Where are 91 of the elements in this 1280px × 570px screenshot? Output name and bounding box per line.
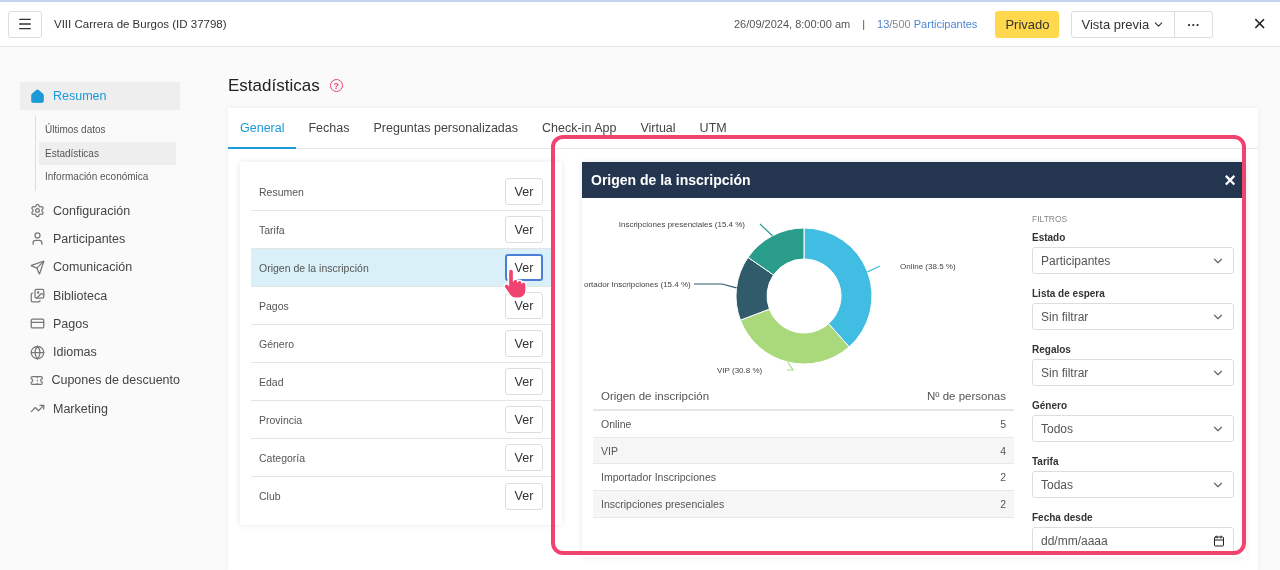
stat-label: Club bbox=[259, 490, 281, 502]
view-button[interactable]: Ver bbox=[505, 330, 543, 357]
separator: | bbox=[862, 18, 866, 30]
page-title: Estadísticas bbox=[228, 75, 320, 96]
stat-row[interactable]: Edad Ver bbox=[251, 363, 551, 401]
sidebar-item[interactable]: Cupones de descuento bbox=[20, 366, 180, 395]
gear-icon bbox=[30, 203, 45, 219]
send-icon bbox=[30, 259, 45, 275]
tab[interactable]: UTM bbox=[687, 108, 739, 149]
table-cell: 5 bbox=[1000, 417, 1006, 430]
view-button[interactable]: Ver bbox=[505, 406, 543, 433]
stat-label: Provincia bbox=[259, 413, 303, 426]
sidebar-item[interactable]: Biblioteca bbox=[20, 281, 180, 310]
leader-line bbox=[867, 265, 881, 273]
sidebar-subitem[interactable]: Últimos datos bbox=[39, 118, 176, 142]
sidebar-subitem[interactable]: Estadísticas bbox=[39, 141, 176, 165]
stat-label: Resumen bbox=[259, 185, 304, 198]
slice-label: VIP (30.8 %) bbox=[717, 366, 763, 375]
more-button[interactable]: ··· bbox=[1174, 11, 1213, 37]
stat-label: Tarifa bbox=[259, 223, 285, 236]
tab[interactable]: Fechas bbox=[296, 108, 362, 149]
user-icon bbox=[30, 231, 45, 247]
leader-line bbox=[693, 283, 738, 289]
select-field[interactable]: Sin filtrar bbox=[1032, 303, 1234, 330]
menu-button[interactable] bbox=[8, 10, 42, 38]
tab[interactable]: Virtual bbox=[628, 108, 688, 149]
stat-row[interactable]: Club Ver bbox=[251, 477, 551, 515]
tab[interactable]: Check-in App bbox=[530, 108, 629, 149]
sidebar-item[interactable]: Pagos bbox=[20, 309, 180, 338]
modal-title: Origen de la inscripción bbox=[591, 172, 751, 188]
stat-label: Categoría bbox=[259, 451, 306, 464]
stat-row[interactable]: Provincia Ver bbox=[251, 401, 551, 439]
slice-label: Online (38.5 %) bbox=[900, 262, 956, 271]
event-title: VIII Carrera de Burgos (ID 37798) bbox=[54, 18, 227, 30]
field-label: Género bbox=[1032, 400, 1068, 411]
field-label: Lista de espera bbox=[1032, 288, 1106, 299]
slice-label: ortador Inscripciones (15.4 %) bbox=[584, 280, 691, 289]
stat-label: Edad bbox=[259, 375, 284, 388]
participants-count[interactable]: 13/500 Participantes bbox=[877, 18, 978, 30]
sidebar-item[interactable]: Configuración bbox=[20, 196, 180, 225]
home-icon bbox=[30, 88, 45, 104]
table-cell: VIP bbox=[601, 444, 618, 457]
view-button[interactable]: Ver bbox=[505, 178, 543, 205]
stat-row[interactable]: Resumen Ver bbox=[251, 173, 551, 211]
card-icon bbox=[30, 316, 45, 332]
sidebar-item[interactable]: Participantes bbox=[20, 224, 180, 254]
sidebar-item[interactable]: Comunicación bbox=[20, 253, 180, 282]
table-cell: 2 bbox=[1000, 471, 1006, 484]
field-label: Regalos bbox=[1032, 344, 1072, 355]
visibility-button[interactable]: Privado bbox=[995, 10, 1060, 38]
view-button[interactable]: Ver bbox=[505, 368, 543, 395]
tab[interactable]: Preguntas personalizadas bbox=[361, 108, 531, 149]
column-header: Nº de personas bbox=[927, 390, 1006, 402]
stat-row[interactable]: Categoría Ver bbox=[251, 439, 551, 477]
leader-line bbox=[759, 223, 773, 237]
globe-icon bbox=[30, 344, 45, 360]
stat-label: Pagos bbox=[259, 299, 289, 312]
table-cell: Inscripciones presenciales bbox=[601, 497, 725, 510]
close-button[interactable]: × bbox=[1247, 13, 1272, 35]
table-cell: 4 bbox=[1000, 444, 1006, 457]
sidebar-item[interactable]: Marketing bbox=[20, 394, 180, 423]
sidebar-item[interactable]: Idiomas bbox=[20, 338, 180, 367]
table-cell: Importador Inscripciones bbox=[601, 471, 716, 484]
slice-label: Inscripciones presenciales (15.4 %) bbox=[618, 220, 745, 229]
field-label: Fecha desde bbox=[1032, 512, 1094, 523]
view-button[interactable]: Ver bbox=[505, 482, 543, 510]
view-button[interactable]: Ver bbox=[505, 216, 543, 243]
table-cell: 2 bbox=[1000, 497, 1006, 510]
stat-row[interactable]: Origen de la inscripción Ver bbox=[251, 249, 551, 287]
stat-label: Origen de la inscripción bbox=[259, 261, 369, 274]
view-button[interactable]: Ver bbox=[505, 254, 543, 281]
field-label: Estado bbox=[1032, 232, 1067, 243]
stat-label: Género bbox=[259, 337, 295, 350]
images-icon bbox=[30, 288, 45, 304]
select-field[interactable]: Participantes bbox=[1032, 247, 1234, 274]
menu-icon bbox=[17, 16, 33, 32]
event-date: 26/09/2024, 8:00:00 am bbox=[733, 18, 851, 30]
select-field[interactable]: Sin filtrar bbox=[1032, 359, 1234, 386]
view-button[interactable]: Ver bbox=[505, 444, 543, 471]
table-cell: Online bbox=[601, 417, 632, 430]
preview-button[interactable]: Vista previa bbox=[1072, 11, 1175, 37]
stat-row[interactable]: Género Ver bbox=[251, 325, 551, 363]
sidebar-subitem[interactable]: Información económica bbox=[39, 165, 176, 189]
select-field[interactable]: Todos bbox=[1032, 415, 1234, 442]
column-header: Origen de inscripción bbox=[601, 390, 710, 402]
filters-heading: FILTROS bbox=[1032, 214, 1069, 224]
leader-line bbox=[786, 361, 795, 371]
select-field[interactable]: Todas bbox=[1032, 471, 1234, 498]
field-label: Tarifa bbox=[1032, 456, 1060, 467]
close-button[interactable]: × bbox=[1224, 170, 1236, 190]
calendar-icon bbox=[1213, 534, 1225, 547]
